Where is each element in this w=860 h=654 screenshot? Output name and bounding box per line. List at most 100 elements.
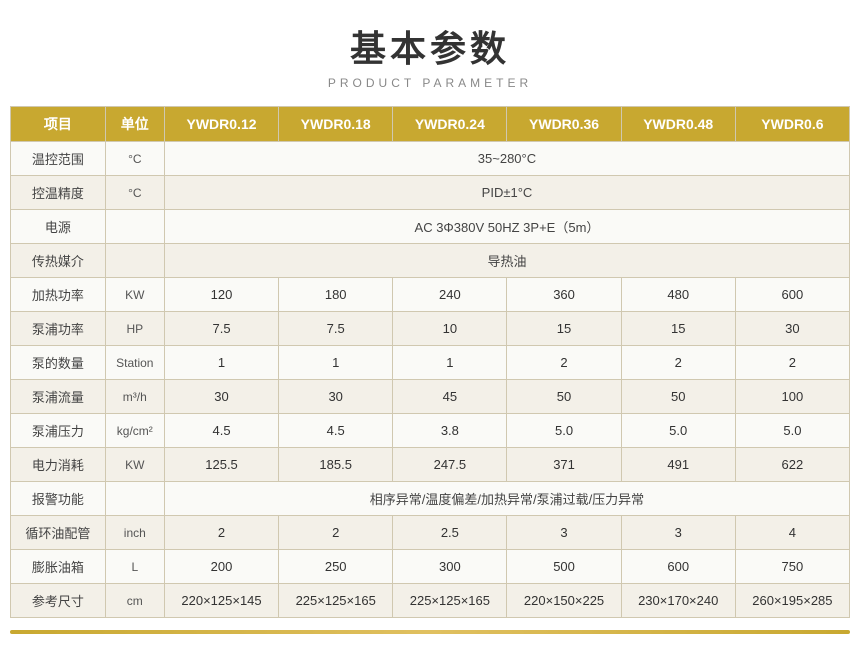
row-value: 300 (393, 550, 507, 584)
table-row: 温控范围°C35~280°C (11, 142, 850, 176)
row-value: 30 (735, 312, 849, 346)
row-value: 480 (621, 278, 735, 312)
table-row: 报警功能相序异常/温度偏差/加热异常/泵浦过载/压力异常 (11, 482, 850, 516)
row-value: 50 (507, 380, 621, 414)
row-unit (105, 244, 164, 278)
row-span-value: AC 3Φ380V 50HZ 3P+E（5m） (164, 210, 849, 244)
row-unit: kg/cm² (105, 414, 164, 448)
row-value: 30 (164, 380, 278, 414)
row-value: 371 (507, 448, 621, 482)
row-label: 温控范围 (11, 142, 106, 176)
row-value: 225×125×165 (393, 584, 507, 618)
row-label: 报警功能 (11, 482, 106, 516)
row-value: 45 (393, 380, 507, 414)
row-value: 200 (164, 550, 278, 584)
row-value: 4.5 (279, 414, 393, 448)
row-value: 100 (735, 380, 849, 414)
row-value: 3 (621, 516, 735, 550)
row-value: 3 (507, 516, 621, 550)
row-label: 泵浦流量 (11, 380, 106, 414)
row-value: 5.0 (507, 414, 621, 448)
row-value: 260×195×285 (735, 584, 849, 618)
row-label: 加热功率 (11, 278, 106, 312)
row-value: 7.5 (279, 312, 393, 346)
row-value: 600 (621, 550, 735, 584)
row-unit: °C (105, 142, 164, 176)
table-row: 加热功率KW120180240360480600 (11, 278, 850, 312)
col-header-model-YWDR0.12: YWDR0.12 (164, 107, 278, 142)
row-value: 2 (507, 346, 621, 380)
row-label: 循环油配管 (11, 516, 106, 550)
row-value: 15 (621, 312, 735, 346)
row-span-value: 35~280°C (164, 142, 849, 176)
row-label: 泵浦压力 (11, 414, 106, 448)
row-value: 2 (279, 516, 393, 550)
col-header-unit: 单位 (105, 107, 164, 142)
row-unit: HP (105, 312, 164, 346)
row-value: 2 (164, 516, 278, 550)
row-value: 220×125×145 (164, 584, 278, 618)
row-label: 参考尺寸 (11, 584, 106, 618)
row-value: 240 (393, 278, 507, 312)
table-row: 泵浦压力kg/cm²4.54.53.85.05.05.0 (11, 414, 850, 448)
row-unit (105, 210, 164, 244)
col-header-model-YWDR0.6: YWDR0.6 (735, 107, 849, 142)
row-unit: KW (105, 448, 164, 482)
row-value: 220×150×225 (507, 584, 621, 618)
row-unit: m³/h (105, 380, 164, 414)
col-header-item: 项目 (11, 107, 106, 142)
row-value: 225×125×165 (279, 584, 393, 618)
row-label: 电力消耗 (11, 448, 106, 482)
param-table: 项目单位YWDR0.12YWDR0.18YWDR0.24YWDR0.36 YWDR… (10, 106, 850, 618)
row-unit: cm (105, 584, 164, 618)
row-unit: °C (105, 176, 164, 210)
row-value: 230×170×240 (621, 584, 735, 618)
row-unit: L (105, 550, 164, 584)
row-value: 30 (279, 380, 393, 414)
row-value: 500 (507, 550, 621, 584)
row-value: 491 (621, 448, 735, 482)
row-unit: inch (105, 516, 164, 550)
row-value: 750 (735, 550, 849, 584)
row-value: 5.0 (735, 414, 849, 448)
table-row: 电源AC 3Φ380V 50HZ 3P+E（5m） (11, 210, 850, 244)
row-value: 5.0 (621, 414, 735, 448)
page-title-en: PRODUCT PARAMETER (328, 76, 532, 90)
col-header-model-YWDR0.24: YWDR0.24 (393, 107, 507, 142)
row-label: 泵浦功率 (11, 312, 106, 346)
row-span-value: PID±1°C (164, 176, 849, 210)
table-row: 膨胀油箱L200250300500600750 (11, 550, 850, 584)
col-header-model-YWDR0.18: YWDR0.18 (279, 107, 393, 142)
row-value: 185.5 (279, 448, 393, 482)
row-label: 膨胀油箱 (11, 550, 106, 584)
table-row: 泵浦功率HP7.57.510151530 (11, 312, 850, 346)
row-value: 360 (507, 278, 621, 312)
row-label: 控温精度 (11, 176, 106, 210)
table-header-row: 项目单位YWDR0.12YWDR0.18YWDR0.24YWDR0.36 YWDR… (11, 107, 850, 142)
table-row: 电力消耗KW125.5185.5247.5371491622 (11, 448, 850, 482)
bottom-decoration-line (10, 630, 850, 634)
row-label: 传热媒介 (11, 244, 106, 278)
row-value: 120 (164, 278, 278, 312)
table-row: 参考尺寸cm220×125×145225×125×165225×125×1652… (11, 584, 850, 618)
row-value: 4 (735, 516, 849, 550)
row-value: 3.8 (393, 414, 507, 448)
row-unit: Station (105, 346, 164, 380)
row-value: 1 (164, 346, 278, 380)
col-header-model-YWDR0.36: YWDR0.36 (507, 107, 621, 142)
row-value: 250 (279, 550, 393, 584)
row-value: 10 (393, 312, 507, 346)
row-value: 2.5 (393, 516, 507, 550)
row-value: 600 (735, 278, 849, 312)
row-value: 2 (621, 346, 735, 380)
table-row: 控温精度°CPID±1°C (11, 176, 850, 210)
row-value: 622 (735, 448, 849, 482)
row-value: 247.5 (393, 448, 507, 482)
row-span-value: 导热油 (164, 244, 849, 278)
row-value: 1 (279, 346, 393, 380)
row-value: 125.5 (164, 448, 278, 482)
row-unit: KW (105, 278, 164, 312)
row-value: 50 (621, 380, 735, 414)
row-value: 2 (735, 346, 849, 380)
row-unit (105, 482, 164, 516)
